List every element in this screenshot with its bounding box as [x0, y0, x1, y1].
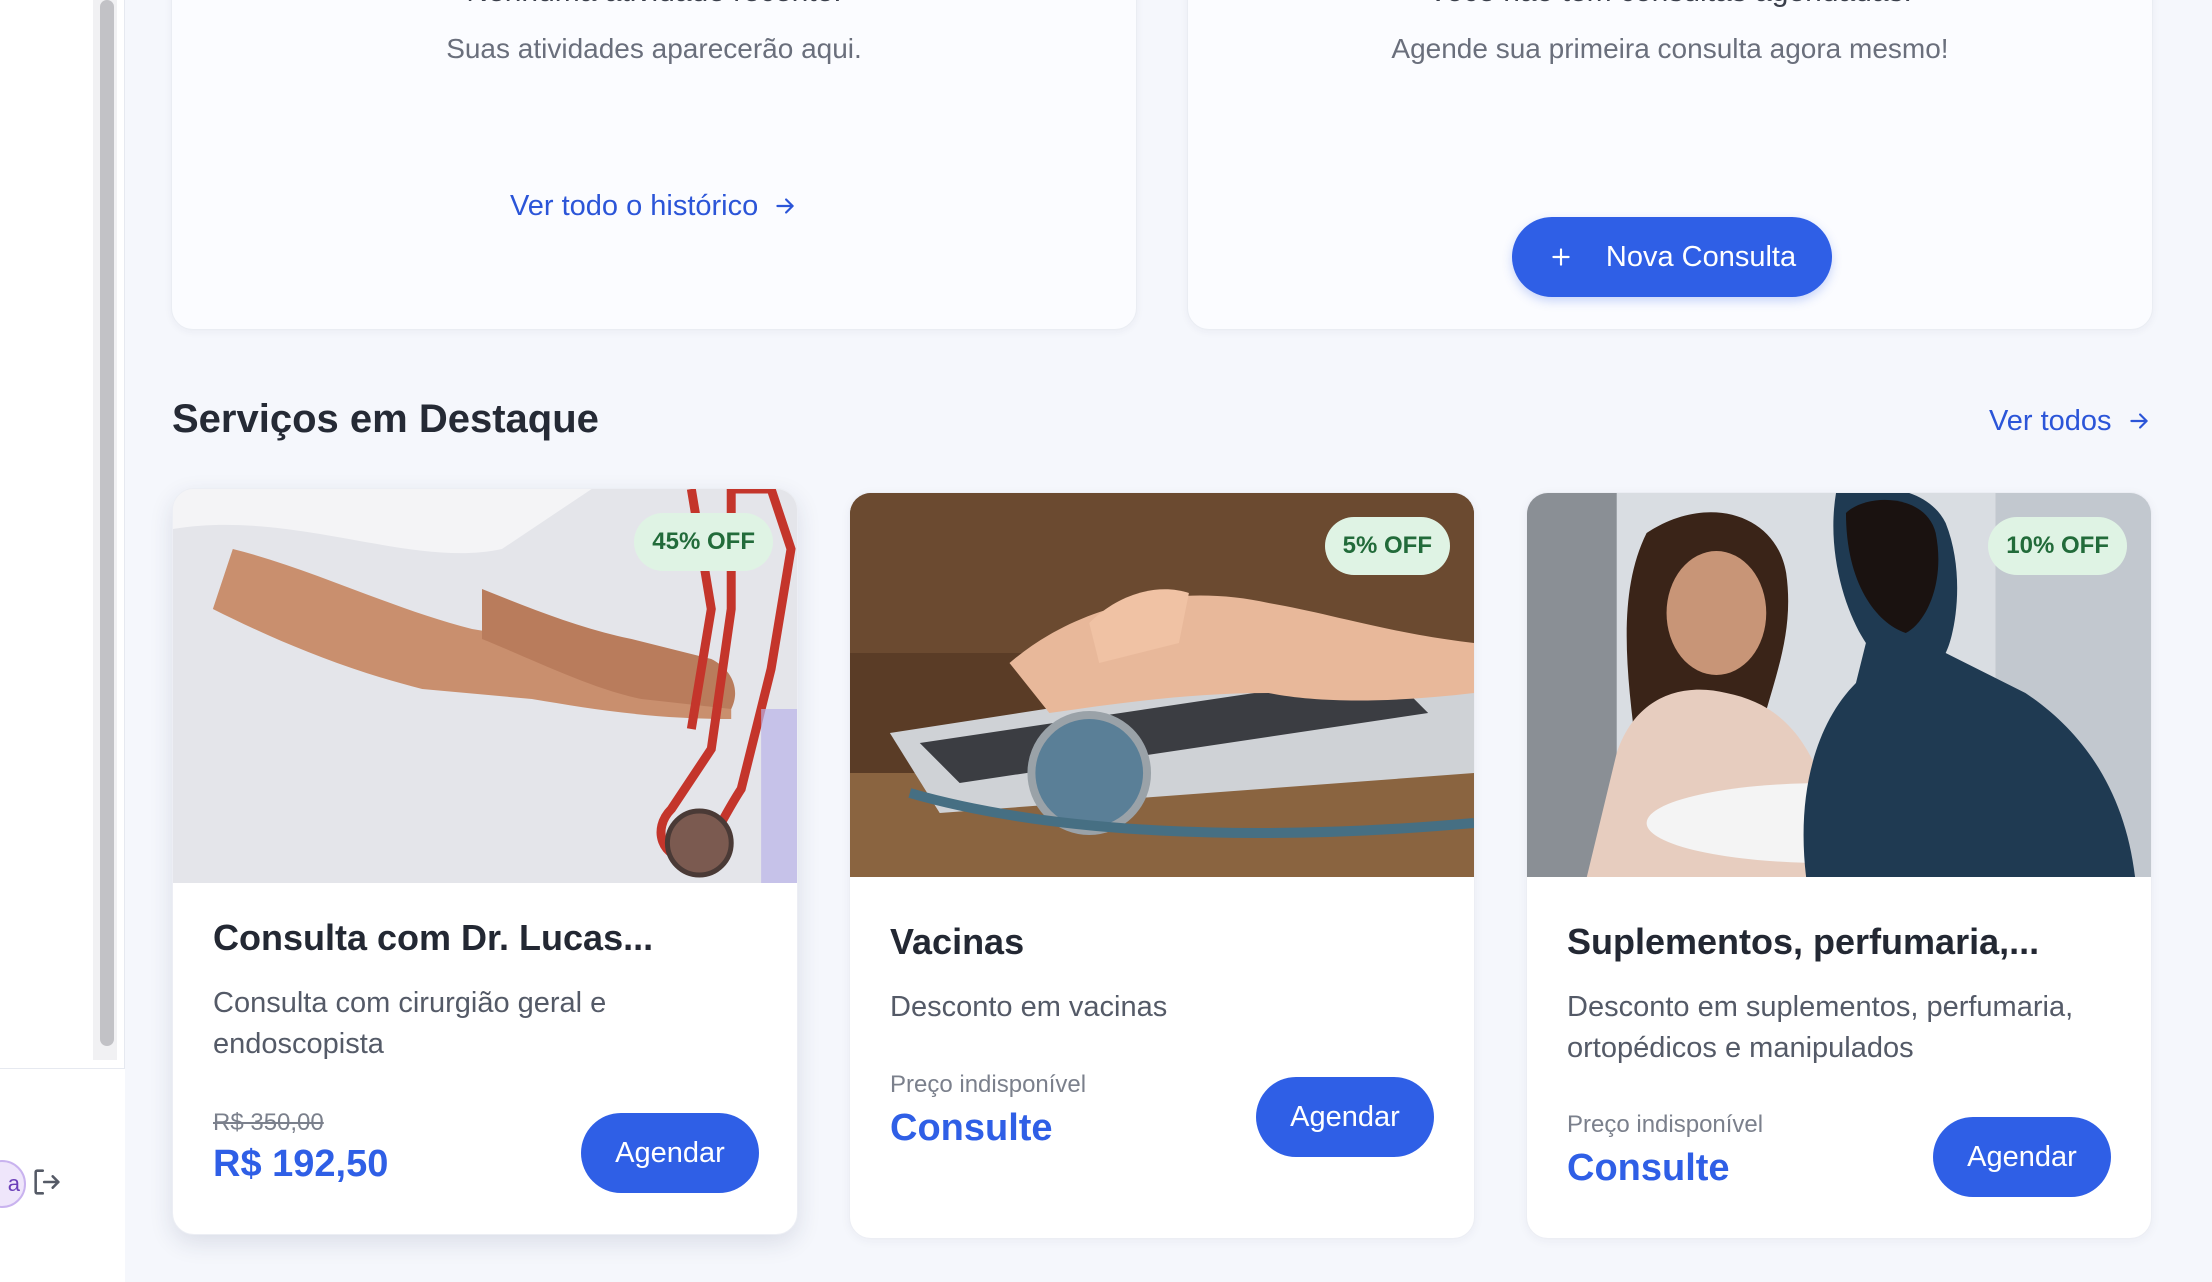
- main-content: Nenhuma atividade recente. Suas atividad…: [125, 0, 2212, 1282]
- schedule-button[interactable]: Agendar: [1933, 1117, 2111, 1197]
- service-price: R$ 192,50: [213, 1143, 389, 1185]
- service-title: Suplementos, perfumaria,...: [1567, 921, 2040, 962]
- price-unavailable-label: Preço indisponível: [890, 1071, 1087, 1098]
- logout-icon[interactable]: [30, 1165, 64, 1199]
- arrow-right-icon: [2129, 413, 2148, 429]
- see-all-label: Ver todos: [1989, 405, 2112, 437]
- discount-badge: 5% OFF: [1324, 517, 1450, 575]
- appointments-empty-subtitle: Agende sua primeira consulta agora mesmo…: [1391, 33, 1949, 64]
- plus-icon: [1552, 248, 1570, 266]
- service-card[interactable]: 10% OFF Suplementos, perfumaria,... Desc…: [1526, 492, 2152, 1239]
- activity-empty-subtitle: Suas atividades aparecerão aqui.: [446, 33, 862, 64]
- featured-services-title: Serviços em Destaque: [172, 397, 599, 441]
- discount-badge: 45% OFF: [634, 513, 773, 571]
- old-price: R$ 350,00: [213, 1109, 324, 1136]
- service-title: Consulta com Dr. Lucas...: [213, 917, 654, 958]
- service-description: Desconto em vacinas: [890, 991, 1168, 1023]
- service-title: Vacinas: [890, 921, 1025, 962]
- sidebar: a: [0, 0, 125, 1282]
- recent-activity-card: Nenhuma atividade recente. Suas atividad…: [171, 0, 1137, 330]
- service-description: Desconto em suplementos, perfumaria, ort…: [1567, 991, 2074, 1064]
- service-description: Consulta com cirurgião geral e endoscopi…: [213, 987, 607, 1060]
- schedule-button[interactable]: Agendar: [581, 1113, 759, 1193]
- arrow-right-icon: [776, 198, 794, 214]
- service-price: Consulte: [1567, 1147, 1730, 1189]
- price-unavailable-label: Preço indisponível: [1567, 1111, 1764, 1138]
- view-history-link[interactable]: Ver todo o histórico: [510, 190, 798, 223]
- activity-empty-heading: Nenhuma atividade recente.: [172, 0, 1136, 9]
- discount-badge: 10% OFF: [1988, 517, 2127, 575]
- appointments-empty-heading: Você não tem consultas agendadas.: [1188, 0, 2152, 9]
- service-price: Consulte: [890, 1107, 1053, 1149]
- see-all-link[interactable]: Ver todos: [1989, 405, 2152, 438]
- service-card[interactable]: 45% OFF Consulta com Dr. Lucas... Consul…: [172, 488, 798, 1235]
- new-appointment-label: Nova Consulta: [1605, 240, 1797, 273]
- appointments-card: Você não tem consultas agendadas. Agende…: [1187, 0, 2153, 330]
- view-history-label: Ver todo o histórico: [510, 190, 759, 222]
- schedule-button[interactable]: Agendar: [1256, 1077, 1434, 1157]
- service-card[interactable]: 5% OFF Vacinas Desconto em vacinas Preço…: [849, 492, 1475, 1239]
- sidebar-scrollbar-thumb[interactable]: [100, 0, 114, 1046]
- new-appointment-button[interactable]: Nova Consulta: [1512, 217, 1832, 297]
